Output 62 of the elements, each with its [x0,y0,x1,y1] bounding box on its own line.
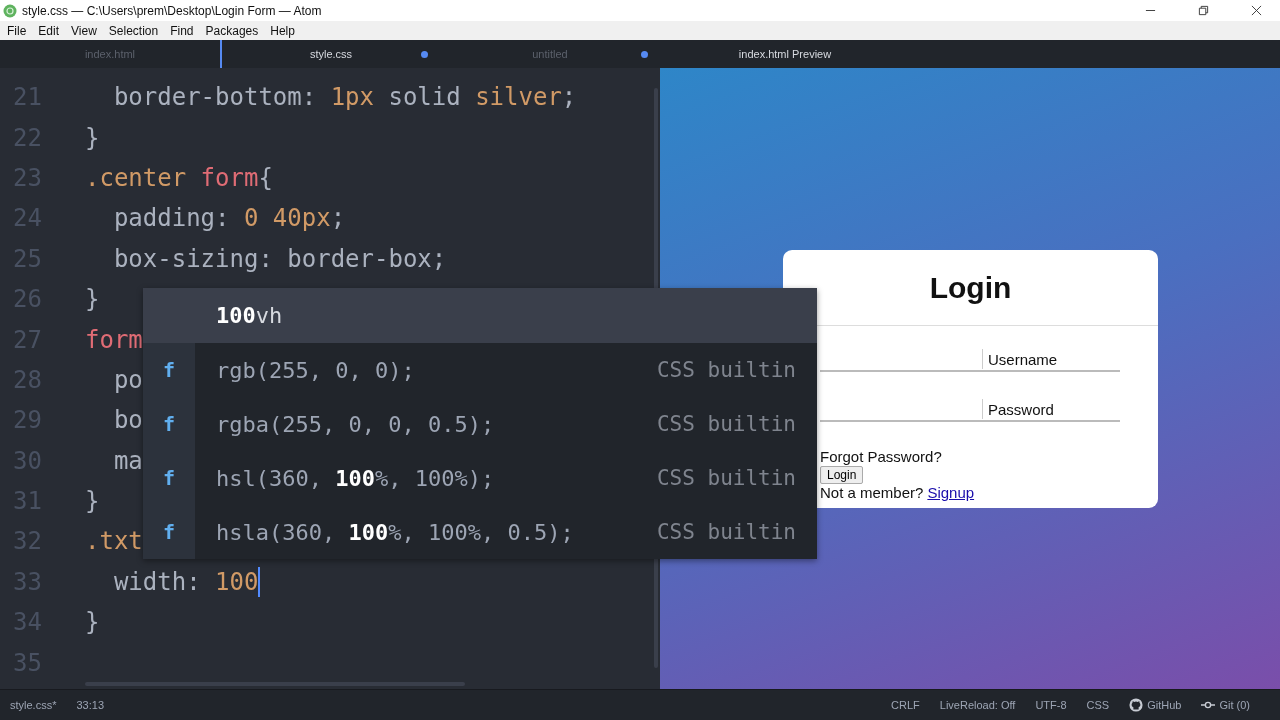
code-token: ma [112,446,143,475]
member-text: Not a member? [820,484,924,501]
autocomplete-suggestion[interactable]: 100vh [143,288,817,343]
status-item[interactable]: CRLF [891,699,920,711]
code-token: } [85,487,100,516]
login-button[interactable]: Login [820,466,864,484]
code-token: .center [85,163,188,192]
code-token: silver [475,83,562,112]
code-token: box-sizing: border-box; [112,244,447,273]
code-token: form [85,325,143,354]
menu-item[interactable]: Selection [102,23,165,38]
status-item[interactable]: LiveReload: Off [939,699,1016,711]
code-token: { [258,163,273,192]
code-token: } [85,123,100,152]
autocomplete-suggestion[interactable]: rgba(255, 0, 0, 0.5); [216,411,657,437]
menu-item[interactable]: Help [264,23,301,38]
code-token: bo [112,406,143,435]
code-token: border-bottom: [112,83,318,112]
function-type-icon: f [143,451,195,505]
cursor-position[interactable]: 33:13 [76,699,104,711]
suggestion-source: CSS builtin [656,412,796,436]
status-item[interactable]: GitHub [1147,699,1182,711]
app-icon [3,3,17,18]
menu-item[interactable]: Find [164,23,200,38]
menu-item[interactable]: Edit [32,23,66,38]
suggestion-source: CSS builtin [656,358,796,382]
autocomplete-suggestion[interactable]: hsl(360, 100%, 100%); [216,465,657,491]
function-type-icon: f [143,397,195,451]
window-title: style.css — C:\Users\prem\Desktop\Login Form — Atom [22,3,322,18]
code-token: ; [561,83,577,112]
code-token: width: [112,567,202,596]
field-label: Username [988,350,1058,368]
status-item[interactable]: UTF-8 [1035,699,1067,711]
code-token: solid [387,83,462,112]
code-token: .txt [85,527,143,556]
suggestion-source: CSS builtin [656,520,796,544]
status-item[interactable]: Git (0) [1219,699,1250,711]
code-token: ; [330,204,346,233]
forgot-password-link[interactable]: Forgot Password? [820,448,1121,465]
menu-item[interactable]: View [65,23,103,38]
code-token: 100 [215,567,259,596]
code-token: } [85,608,100,637]
code-token: 0 40px [243,204,331,233]
autocomplete-suggestion[interactable]: rgb(255, 0, 0); [216,357,657,383]
function-type-icon: f [143,343,195,397]
menu-item[interactable]: File [1,23,33,38]
suggestion-source: CSS builtin [656,466,796,490]
field-label: Password [988,400,1054,418]
status-item[interactable]: CSS [1086,699,1110,711]
code-token: form [200,163,259,192]
code-token: } [85,285,100,314]
signup-link[interactable]: Signup [927,484,975,501]
close-icon[interactable] [1251,5,1262,16]
menu-item[interactable]: Packages [199,23,265,38]
function-type-icon: f [143,505,195,559]
autocomplete-suggestion[interactable]: hsla(360, 100%, 100%, 0.5); [216,519,657,545]
code-token: padding: [112,204,231,233]
code-token: po [112,365,143,394]
github-icon [1129,698,1144,712]
code-token: 1px [330,83,374,112]
restore-icon[interactable] [1198,5,1209,16]
status-file[interactable]: style.css* [10,699,57,711]
